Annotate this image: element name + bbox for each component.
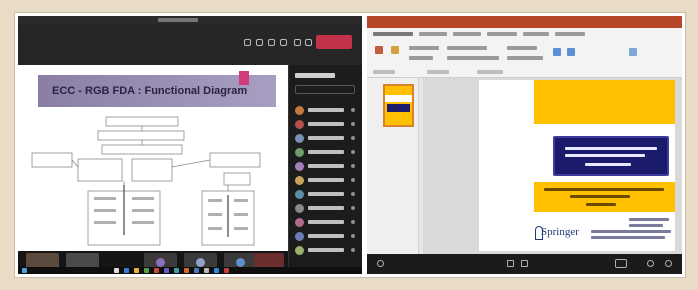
prev-icon[interactable] [507, 260, 514, 267]
taskbar-app-icon[interactable] [214, 268, 219, 273]
taskbar-app-icon[interactable] [154, 268, 159, 273]
captions-icon[interactable] [615, 259, 627, 268]
participant-row[interactable] [295, 119, 357, 131]
settings-icon[interactable] [647, 260, 654, 267]
shared-slide: ECC - RGB FDA : Functional Diagram [18, 65, 288, 251]
slide-title-box [553, 136, 669, 176]
slide-accent [239, 71, 249, 85]
participant-row[interactable] [295, 203, 357, 215]
participant-row[interactable] [295, 231, 357, 243]
photo-frame: ECC - RGB FDA : Functional Diagram Sprin… [14, 12, 686, 278]
chat-icon[interactable] [244, 39, 251, 46]
find-icon[interactable] [629, 48, 637, 56]
publisher-name: Springer [541, 226, 579, 238]
current-slide[interactable]: Springer [479, 80, 675, 251]
slide-thumbnail[interactable] [383, 84, 414, 127]
leave-button[interactable] [316, 35, 352, 49]
functional-diagram [31, 116, 261, 246]
start-icon[interactable] [22, 268, 27, 273]
slide-canvas: Springer [423, 78, 682, 254]
participant-row[interactable] [295, 175, 357, 187]
participant-row[interactable] [295, 133, 357, 145]
meeting-titlebar [18, 16, 362, 25]
more-actions-icon[interactable] [280, 39, 287, 46]
new-slide-icon[interactable] [391, 46, 399, 54]
camera-icon[interactable] [294, 39, 301, 46]
participants-heading [295, 73, 335, 78]
shapes-icon[interactable] [553, 48, 561, 56]
video-controls [367, 254, 682, 274]
taskbar-app-icon[interactable] [114, 268, 119, 273]
taskbar-app-icon[interactable] [134, 268, 139, 273]
taskbar-app-icon[interactable] [194, 268, 199, 273]
participants-panel [288, 65, 362, 274]
participant-row[interactable] [295, 189, 357, 201]
raise-hand-icon[interactable] [268, 39, 275, 46]
presentation-titlebar [367, 16, 682, 28]
participants-search[interactable] [295, 85, 355, 94]
taskbar-app-icon[interactable] [204, 268, 209, 273]
participant-row[interactable] [295, 105, 357, 117]
os-taskbar [18, 267, 362, 274]
ribbon [367, 28, 682, 78]
mic-icon[interactable] [305, 39, 312, 46]
participant-row[interactable] [295, 161, 357, 173]
meeting-toolbar [18, 25, 362, 65]
taskbar-app-icon[interactable] [184, 268, 189, 273]
participant-row[interactable] [295, 147, 357, 159]
slide-author-band [534, 182, 675, 212]
presentation-window: Springer [367, 16, 682, 274]
taskbar-app-icon[interactable] [124, 268, 129, 273]
participant-row[interactable] [295, 217, 357, 229]
participant-row[interactable] [295, 245, 357, 257]
play-icon[interactable] [377, 260, 384, 267]
taskbar-app-icon[interactable] [164, 268, 169, 273]
taskbar-app-icon[interactable] [144, 268, 149, 273]
next-icon[interactable] [521, 260, 528, 267]
taskbar-app-icon[interactable] [224, 268, 229, 273]
fullscreen-icon[interactable] [665, 260, 672, 267]
paste-icon[interactable] [375, 46, 383, 54]
meeting-window: ECC - RGB FDA : Functional Diagram [18, 16, 362, 274]
taskbar-app-icon[interactable] [174, 268, 179, 273]
slide-thumbnails [367, 78, 419, 254]
arrange-icon[interactable] [567, 48, 575, 56]
participants-icon[interactable] [256, 39, 263, 46]
editor-area: Springer [367, 78, 682, 254]
slide-header-band [534, 80, 675, 124]
